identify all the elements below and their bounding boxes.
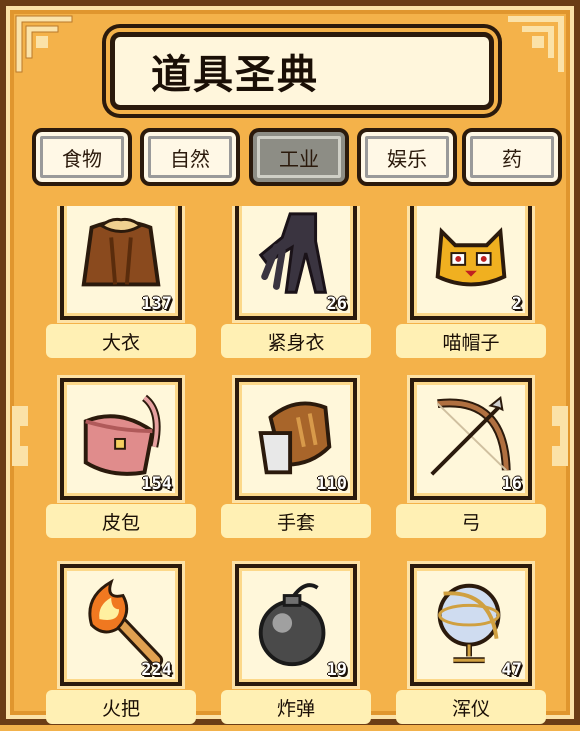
glove-icon bbox=[258, 401, 332, 475]
item-card[interactable]: 47 bbox=[410, 564, 532, 686]
item-cell[interactable]: 137 大衣 bbox=[46, 206, 196, 374]
item-cell[interactable]: 16 弓 bbox=[396, 378, 546, 554]
encyclopedia-panel: 道具圣典 食物 自然 工业 娱乐 药 137 大衣 26 紧身衣 2 喵帽子 1… bbox=[0, 0, 580, 725]
item-cell[interactable]: 154 皮包 bbox=[46, 378, 196, 554]
corner-ornament-icon bbox=[498, 12, 568, 82]
item-cell[interactable]: 19 炸弹 bbox=[221, 564, 371, 731]
item-name: 炸弹 bbox=[221, 690, 371, 724]
item-cell[interactable]: 110 手套 bbox=[221, 378, 371, 554]
item-count: 137 bbox=[141, 294, 172, 314]
item-cell[interactable]: 2 喵帽子 bbox=[396, 206, 546, 374]
tab-industry[interactable]: 工业 bbox=[249, 128, 349, 186]
bow-icon bbox=[430, 395, 511, 476]
item-count: 2 bbox=[511, 294, 522, 314]
tab-food[interactable]: 食物 bbox=[32, 128, 132, 186]
bodysuit-icon bbox=[258, 212, 328, 294]
item-count: 47 bbox=[501, 660, 522, 680]
item-name: 皮包 bbox=[46, 504, 196, 538]
item-count: 224 bbox=[141, 660, 172, 680]
tab-entertainment[interactable]: 娱乐 bbox=[357, 128, 457, 186]
cat-hat-icon bbox=[435, 227, 507, 287]
tab-medicine[interactable]: 药 bbox=[462, 128, 562, 186]
item-card[interactable]: 110 bbox=[235, 378, 357, 500]
item-name: 手套 bbox=[221, 504, 371, 538]
item-card[interactable]: 154 bbox=[60, 378, 182, 500]
item-cell[interactable]: 47 浑仪 bbox=[396, 564, 546, 731]
item-count: 16 bbox=[501, 474, 522, 494]
item-count: 154 bbox=[141, 474, 172, 494]
item-name: 喵帽子 bbox=[396, 324, 546, 358]
title-plate: 道具圣典 bbox=[110, 32, 494, 110]
category-tabs: 食物 自然 工业 娱乐 药 bbox=[32, 128, 562, 188]
item-card[interactable]: 19 bbox=[235, 564, 357, 686]
leather-bag-icon bbox=[83, 394, 161, 476]
item-cell[interactable]: 224 火把 bbox=[46, 564, 196, 731]
item-name: 火把 bbox=[46, 690, 196, 724]
item-name: 浑仪 bbox=[396, 690, 546, 724]
item-card[interactable]: 26 bbox=[235, 206, 357, 320]
item-count: 26 bbox=[326, 294, 347, 314]
item-count: 19 bbox=[326, 660, 347, 680]
item-count: 110 bbox=[316, 474, 347, 494]
page-title: 道具圣典 bbox=[151, 52, 319, 98]
bomb-icon bbox=[258, 583, 326, 667]
item-grid: 137 大衣 26 紧身衣 2 喵帽子 154 皮包 110 手套 16 弓 2… bbox=[26, 206, 566, 731]
item-card[interactable]: 224 bbox=[60, 564, 182, 686]
item-name: 弓 bbox=[396, 504, 546, 538]
corner-ornament-icon bbox=[12, 12, 82, 82]
item-name: 大衣 bbox=[46, 324, 196, 358]
item-card[interactable]: 2 bbox=[410, 206, 532, 320]
item-cell[interactable]: 26 紧身衣 bbox=[221, 206, 371, 374]
torch-icon bbox=[88, 578, 164, 668]
coat-icon bbox=[81, 217, 161, 287]
item-card[interactable]: 137 bbox=[60, 206, 182, 320]
item-name: 紧身衣 bbox=[221, 324, 371, 358]
tab-nature[interactable]: 自然 bbox=[140, 128, 240, 186]
armillary-sphere-icon bbox=[437, 583, 501, 664]
item-card[interactable]: 16 bbox=[410, 378, 532, 500]
